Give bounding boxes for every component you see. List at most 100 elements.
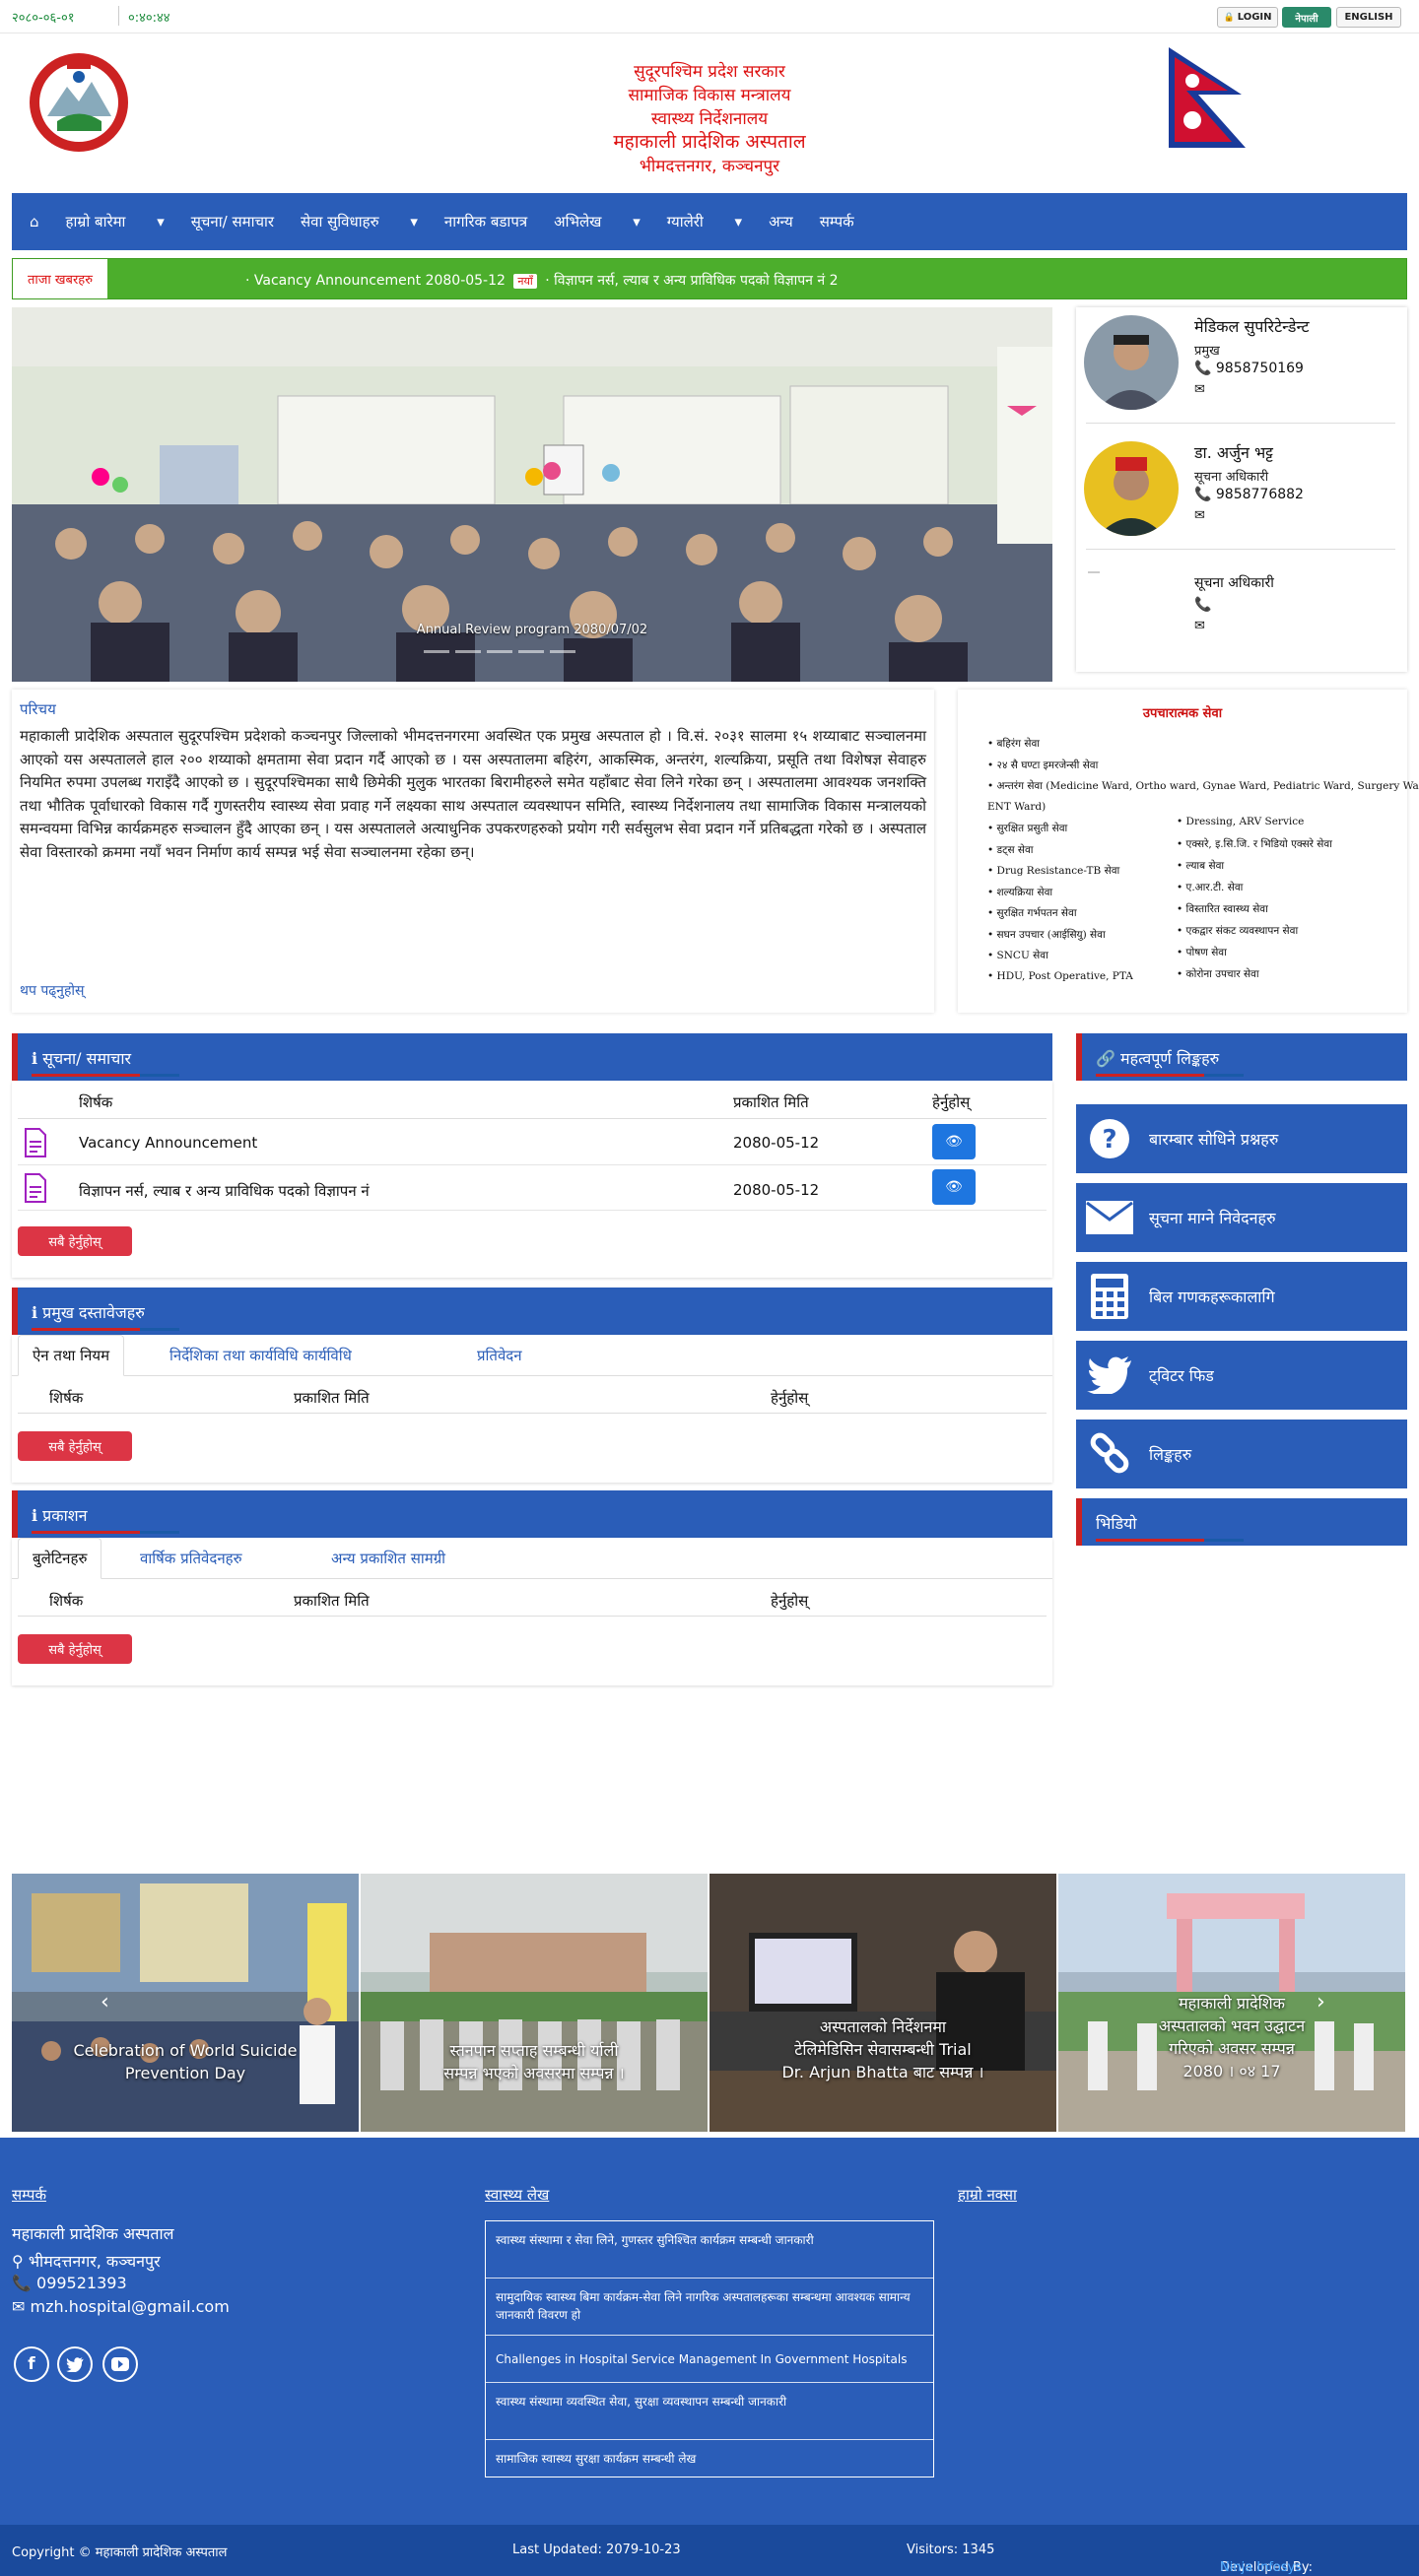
article-link[interactable]: सामाजिक स्वास्थ्य सुरक्षा कार्यक्रम सम्ब… [486,2440,933,2477]
notices-panel-body: शिर्षक प्रकाशित मिति हेर्नुहोस् Vacancy … [12,1081,1052,1278]
gallery-item[interactable]: स्तनपान सप्ताह सम्बन्धी र्याली सम्पन्न भए… [361,1874,708,2132]
info-icon: ℹ [32,1049,38,1068]
underline [140,1074,179,1077]
view-all-publications-button[interactable]: सबै हेर्नुहोस् [18,1634,132,1664]
info-request-link[interactable]: सूचना माग्ने निवेदनहरु [1076,1183,1407,1252]
visitor-count: Visitors: 1345 [907,2543,995,2557]
ticker-item[interactable]: विज्ञापन नर्स, ल्याब र अन्य प्राविधिक पद… [554,273,838,289]
nav-records[interactable]: अभिलेख ▾ [554,212,641,231]
gallery-caption: महाकाली प्रादेशिक अस्पतालको भवन उद्घाटन गर… [1158,1994,1306,2081]
table-row[interactable]: Vacancy Announcement 2080-05-12 👁 [18,1120,1047,1165]
english-language-button[interactable]: ENGLISH [1336,7,1401,28]
info-icon: ℹ [32,1303,38,1322]
service-item: • सुरक्षित प्रसुती सेवा [987,823,1068,834]
important-links-title: 🔗 महत्वपूर्ण लिङ्कहरु [1096,1049,1220,1068]
service-item: • एक्सरे, इ.सि.जि. र भिडियो एक्सरे सेवा [1177,838,1332,850]
view-all-documents-button[interactable]: सबै हेर्नुहोस् [18,1431,132,1461]
tab-other-publications[interactable]: अन्य प्रकाशित सामग्री [317,1538,459,1579]
staff-name: मेडिकल सुपरिटेन्डेन्ट [1194,317,1310,336]
gallery-item[interactable]: महाकाली प्रादेशिक अस्पतालको भवन उद्घाटन गर… [1058,1874,1405,2132]
news-ticker: ताजा खबरहरु · Vacancy Announcement 2080-… [12,258,1407,299]
footer-address: ⚲ भीमदत्तनगर, कञ्चनपुर [12,2252,161,2271]
ticker-item[interactable]: Vacancy Announcement 2080-05-12 [254,273,506,289]
envelope-icon[interactable]: ✉ [1194,508,1205,523]
slide-caption: Annual Review program 2080/07/02 [416,623,648,637]
staff-name: डा. अर्जुन भट्ट [1194,443,1274,462]
table-row[interactable]: विज्ञापन नर्स, ल्याब र अन्य प्राविधिक पद… [18,1165,1047,1211]
developer-link[interactable]: Ninja Infosys [1220,2560,1302,2575]
divider [1086,423,1395,424]
article-link[interactable]: स्वास्थ्य संस्थामा र सेवा लिने, गुणस्तर … [486,2221,933,2279]
tab-acts-rules[interactable]: ऐन तथा नियम [18,1335,125,1376]
info-icon: ℹ [32,1506,38,1525]
documents-tabs: ऐन तथा नियम निर्देशिका तथा कार्यविधि कार… [12,1335,1052,1376]
view-button[interactable]: 👁 [932,1169,976,1205]
articles-list: स्वास्थ्य संस्थामा र सेवा लिने, गुणस्तर … [485,2220,934,2477]
staff-card: मेडिकल सुपरिटेन्डेन्ट प्रमुख 📞 985875016… [1076,307,1407,672]
twitter-icon[interactable] [57,2346,93,2382]
nav-charter[interactable]: नागरिक बडापत्र [444,212,527,231]
nepali-language-button[interactable]: नेपाली [1282,7,1331,28]
notice-title[interactable]: Vacancy Announcement [79,1134,257,1152]
link-icon: 🔗 [1096,1049,1115,1068]
notice-date: 2080-05-12 [733,1181,820,1199]
facebook-icon[interactable]: f [14,2346,49,2382]
services-title: उपचारात्मक सेवा [1142,706,1223,721]
intro-heading: परिचय [20,700,56,718]
view-all-notices-button[interactable]: सबै हेर्नुहोस् [18,1226,132,1256]
service-item: ENT Ward) [987,800,1047,813]
footer-email[interactable]: ✉ mzh.hospital@gmail.com [12,2297,230,2316]
footer: सम्पर्क महाकाली प्रादेशिक अस्पताल ⚲ भीमद… [0,2138,1419,2525]
chevron-left-icon[interactable]: ‹ [101,1990,109,2015]
nav-about[interactable]: हाम्रो बारेमा ▾ [66,212,165,231]
tab-annual-reports[interactable]: वार्षिक प्रतिवेदनहरु [126,1538,256,1579]
staff-name: सूचना अधिकारी [1194,575,1274,591]
nav-gallery[interactable]: ग्यालेरी ▾ [667,212,742,231]
avatar-placeholder [1084,567,1179,662]
map-marker-icon: ⚲ [12,2252,24,2271]
calculator-icon [1084,1271,1135,1322]
faq-link[interactable]: ? बारम्बार सोधिने प्रश्नहरु [1076,1104,1407,1173]
phone-icon: 📞 [1194,361,1212,376]
envelope-icon[interactable]: ✉ [1194,382,1205,397]
gallery-item[interactable]: अस्पतालको निर्देशनमा टेलिमेडिसिन सेवासम्ब… [710,1874,1056,2132]
tab-reports[interactable]: प्रतिवेदन [463,1335,536,1376]
tab-bulletins[interactable]: बुलेटिनहरु [18,1538,102,1579]
chevron-right-icon[interactable]: › [1317,1990,1325,2015]
gallery-item[interactable]: Celebration of World Suicide Prevention D… [12,1874,359,2132]
login-button[interactable]: 🔒 LOGIN [1217,7,1278,28]
footer-articles-heading: स्वास्थ्य लेख [485,2186,550,2204]
col-view: हेर्नुहोस् [771,1592,809,1610]
col-view: हेर्नुहोस् [771,1389,809,1407]
slider-indicators[interactable] [424,650,575,653]
service-item: • Dressing, ARV Service [1177,816,1305,827]
nav-services[interactable]: सेवा सुविधाहरु ▾ [301,212,418,231]
youtube-icon[interactable] [102,2346,138,2382]
service-item: • विस्तारित स्वास्थ्य सेवा [1177,903,1268,915]
twitter-feed-link[interactable]: ट्विटर फिड [1076,1341,1407,1410]
view-button[interactable]: 👁 [932,1124,976,1159]
documents-panel-body: ऐन तथा नियम निर्देशिका तथा कार्यविधि कार… [12,1335,1052,1483]
tab-guidelines[interactable]: निर्देशिका तथा कार्यविधि कार्यविधि [156,1335,366,1376]
article-link[interactable]: Challenges in Hospital Service Managemen… [486,2336,933,2383]
nav-other[interactable]: अन्य [769,212,793,231]
col-date: प्रकाशित मिति [294,1389,370,1407]
footer-contact-heading: सम्पर्क [12,2186,46,2204]
service-item: • ए.आर.टी. सेवा [1177,882,1244,893]
nav-news[interactable]: सूचना/ समाचार [191,212,274,231]
article-link[interactable]: स्वास्थ्य संस्थामा व्यवस्थित सेवा, सुरक्… [486,2383,933,2440]
service-item: • शल्यक्रिया सेवा [987,886,1053,898]
read-more-link[interactable]: थप पढ्नुहोस् [20,981,84,1000]
service-item: • ल्याब सेवा [1177,860,1225,872]
envelope-icon[interactable]: ✉ [1194,619,1205,633]
links-link[interactable]: लिङ्कहरु [1076,1420,1407,1488]
document-icon [24,1173,47,1207]
home-icon[interactable]: ⌂ [30,213,39,231]
notice-title[interactable]: विज्ञापन नर्स, ल्याब र अन्य प्राविधिक पद… [79,1181,370,1201]
nepal-flag-icon [1163,43,1253,154]
documents-panel-header: ℹ प्रमुख दस्तावेजहरु [12,1288,1052,1335]
article-link[interactable]: सामुदायिक स्वास्थ्य बिमा कार्यक्रम-सेवा … [486,2279,933,2336]
service-item: • २४ सै घण्टा इमरजेन्सी सेवा [987,759,1099,771]
bill-calculator-link[interactable]: बिल गणकहरूकालागि [1076,1262,1407,1331]
nav-contact[interactable]: सम्पर्क [820,212,854,231]
